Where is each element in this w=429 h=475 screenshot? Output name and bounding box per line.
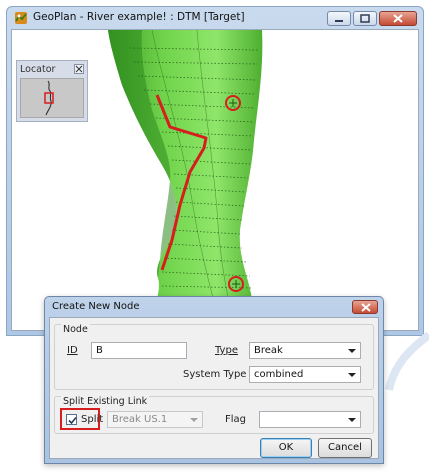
checkmark-icon [68,416,77,425]
system-type-select[interactable]: combined [249,366,361,383]
system-type-value: combined [254,369,304,380]
split-highlight: Split [60,408,104,430]
window-titlebar[interactable]: GeoPlan - River example! : DTM [Target] [7,7,423,29]
chevron-down-icon [190,418,198,422]
link-select[interactable]: Break US.1 [107,411,203,428]
minimize-button[interactable] [327,11,351,26]
type-select[interactable]: Break [249,342,361,359]
maximize-button[interactable] [353,11,377,26]
split-checkbox[interactable] [66,414,77,425]
link-value: Break US.1 [112,414,168,425]
dialog-body: Node ID B Type Break System Type combine… [49,317,379,459]
split-group-label: Split Existing Link [61,396,150,407]
dialog-close-button[interactable] [352,300,378,314]
flag-label: Flag [225,414,247,425]
node-group: Node ID B Type Break System Type combine… [54,324,374,390]
close-button[interactable] [379,11,417,26]
type-label: Type [215,345,238,356]
create-node-dialog: Create New Node Node ID B Type Break Sys… [44,296,384,464]
locator-close-button[interactable] [74,64,84,74]
locator-panel[interactable]: Locator [16,60,88,122]
flag-select[interactable] [259,411,361,428]
close-icon [393,14,403,23]
close-icon [361,303,371,312]
id-input[interactable]: B [91,342,187,359]
ok-button[interactable]: OK [260,438,312,458]
locator-map-icon [44,80,54,116]
close-icon [75,65,83,73]
split-link-group: Split Existing Link Split Break US.1 Fla… [54,396,374,434]
cancel-button[interactable]: Cancel [318,438,372,458]
minimize-icon [335,20,343,22]
split-label: Split [81,414,104,425]
geoplan-window: GeoPlan - River example! : DTM [Target] [6,6,424,336]
locator-overview[interactable] [20,78,84,118]
window-title: GeoPlan - River example! : DTM [Target] [33,11,245,23]
chevron-down-icon [348,418,356,422]
dialog-title: Create New Node [52,301,140,312]
geoplan-app-icon [15,12,27,24]
locator-title: Locator [20,64,56,75]
maximize-icon [360,14,370,23]
id-value: B [96,345,103,356]
map-canvas[interactable]: Locator [11,29,419,331]
system-type-label: System Type [183,369,247,380]
chevron-down-icon [348,373,356,377]
node-group-label: Node [61,324,90,335]
type-value: Break [254,345,283,356]
id-label: ID [67,345,78,356]
chevron-down-icon [348,349,356,353]
